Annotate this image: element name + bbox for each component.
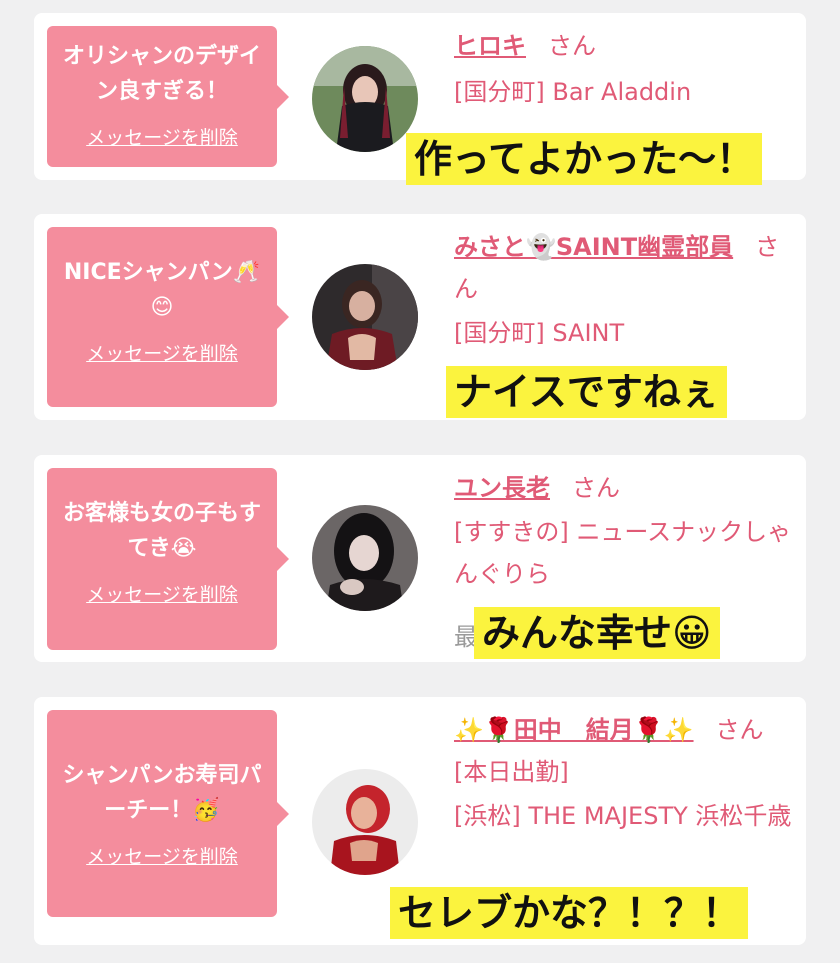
caption-overlay: セレブかな？！？！ xyxy=(390,887,749,939)
honorific: さん xyxy=(572,474,620,502)
message-card: シャンパンお寿司パーチー！🥳 メッセージを削除 ✨🌹田中 結月🌹✨ さん[本日出勤… xyxy=(34,697,806,945)
message-bubble: シャンパンお寿司パーチー！🥳 メッセージを削除 xyxy=(47,710,289,917)
message-bubble: お客様も女の子もすてき😭 メッセージを削除 xyxy=(47,468,289,650)
avatar[interactable] xyxy=(312,505,418,611)
avatar[interactable] xyxy=(312,46,418,152)
message-text: NICEシャンパン🥂😊 xyxy=(63,260,261,320)
message-text: お客様も女の子もすてき😭 xyxy=(62,501,261,561)
sender-name-link[interactable]: ✨🌹田中 結月🌹✨ xyxy=(454,716,694,744)
message-bubble: NICEシャンパン🥂😊 メッセージを削除 xyxy=(47,227,289,407)
caption-overlay: 作ってよかった〜！ xyxy=(406,133,763,185)
caption-overlay: ナイスですねぇ xyxy=(446,366,727,418)
honorific: さん xyxy=(548,32,596,60)
sender-name-link[interactable]: ユン長老 xyxy=(454,474,550,502)
delete-message-link[interactable]: メッセージを削除 xyxy=(86,842,238,869)
message-card: オリシャンのデザイン良すぎる！ メッセージを削除 ヒロキ さん [国分町] Bar… xyxy=(34,13,806,185)
shop-info: [国分町] Bar Aladdin xyxy=(454,78,692,106)
sender-name-link[interactable]: ヒロキ xyxy=(454,32,526,60)
sender-name: ✨🌹田中 結月🌹✨ さん[本日出勤] xyxy=(454,709,794,793)
shop-info: [国分町] SAINT xyxy=(454,319,625,347)
delete-message-link[interactable]: メッセージを削除 xyxy=(86,339,238,366)
shop-info: [すすきの] ニュースナックしゃんぐりら xyxy=(454,518,792,588)
message-text: シャンパンお寿司パーチー！🥳 xyxy=(62,763,262,823)
sender-name: みさと👻SAINT幽霊部員 さん xyxy=(454,226,794,310)
sender-name-link[interactable]: みさと👻SAINT幽霊部員 xyxy=(454,233,733,261)
avatar[interactable] xyxy=(312,769,418,875)
sender-name: ユン長老 さん xyxy=(454,467,794,509)
avatar[interactable] xyxy=(312,264,418,370)
message-card: NICEシャンパン🥂😊 メッセージを削除 みさと👻SAINT幽霊部員 さん [国分… xyxy=(34,214,806,420)
sender-name: ヒロキ さん xyxy=(454,25,794,67)
delete-message-link[interactable]: メッセージを削除 xyxy=(86,580,238,607)
shop-info: [浜松] THE MAJESTY 浜松千歳 xyxy=(454,802,792,830)
caption-overlay: みんな幸せ😀 xyxy=(474,607,720,659)
delete-message-link[interactable]: メッセージを削除 xyxy=(86,123,238,150)
message-bubble: オリシャンのデザイン良すぎる！ メッセージを削除 xyxy=(47,26,289,167)
message-text: オリシャンのデザイン良すぎる！ xyxy=(62,44,261,104)
message-card: お客様も女の子もすてき😭 メッセージを削除 ユン長老 さん [すすきの] ニュース… xyxy=(34,455,806,662)
